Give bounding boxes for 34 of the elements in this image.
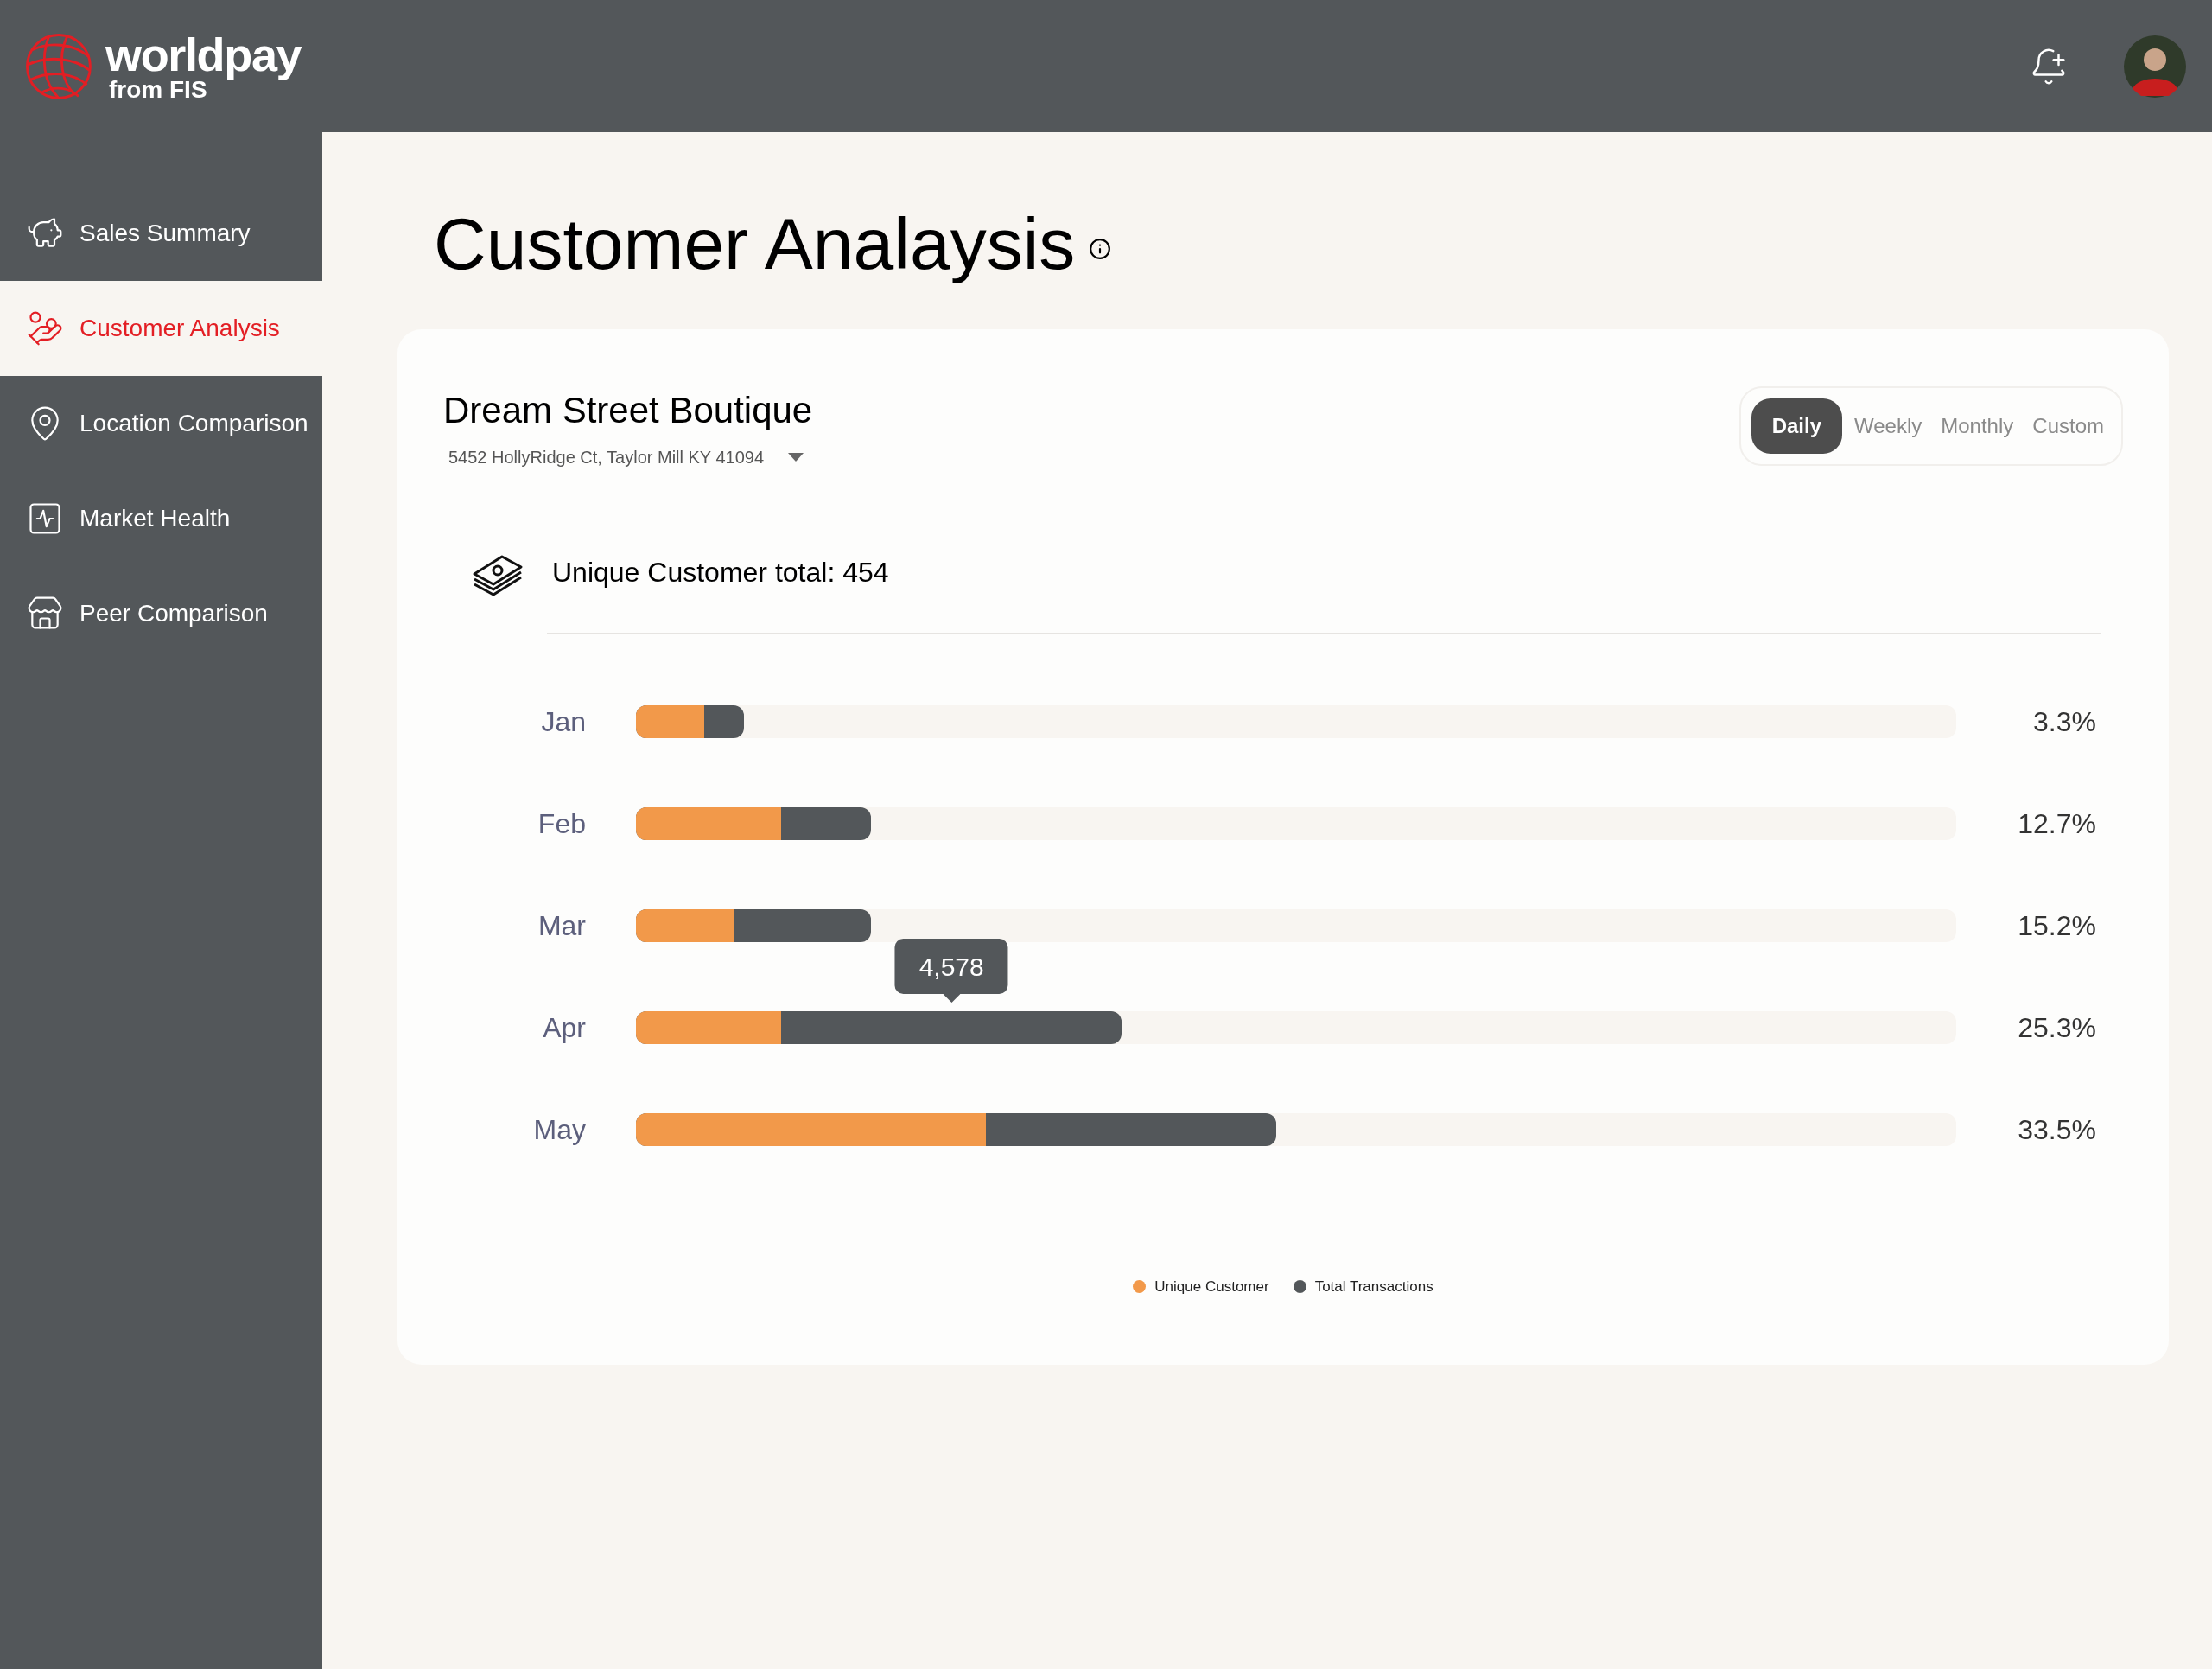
- caret-icon: [788, 453, 804, 462]
- sidebar-label: Sales Summary: [79, 219, 251, 248]
- address-dropdown[interactable]: 5452 HollyRidge Ct, Taylor Mill KY 41094: [443, 444, 813, 470]
- percent-value: 12.7%: [2017, 807, 2096, 841]
- sidebar-label: Peer Comparison: [79, 599, 268, 628]
- avatar[interactable]: [2124, 35, 2186, 98]
- sidebar-item[interactable]: Customer Analysis: [0, 281, 322, 376]
- month-label: Feb: [537, 807, 587, 841]
- unique-customer-total: Unique Customer total: 454: [552, 556, 889, 589]
- period-tab[interactable]: Daily: [1751, 398, 1842, 454]
- sidebar-label: Customer Analysis: [79, 314, 280, 343]
- sidebar-label: Market Health: [79, 504, 231, 533]
- hand-coin-icon: [26, 309, 64, 347]
- month-label: Jan: [540, 705, 587, 739]
- percent-value: 15.2%: [2017, 909, 2096, 943]
- sidebar-item[interactable]: Sales Summary: [0, 186, 322, 281]
- month-label: Mar: [537, 909, 587, 943]
- sidebar-item[interactable]: Market Health: [0, 471, 322, 566]
- store-name: Dream Street Boutique: [443, 389, 813, 432]
- page-title: Customer Analaysis: [434, 202, 1076, 286]
- sidebar-item[interactable]: Peer Comparison: [0, 566, 322, 661]
- info-icon[interactable]: [1089, 238, 1112, 260]
- percent-value: 33.5%: [2017, 1113, 2096, 1147]
- month-label: May: [532, 1113, 587, 1147]
- percent-value: 25.3%: [2017, 1011, 2096, 1045]
- sidebar-label: Location Comparison: [79, 409, 308, 438]
- sidebar-item[interactable]: Location Comparison: [0, 376, 322, 471]
- logo-tagline: from FIS: [109, 77, 207, 102]
- tooltip-pointer-icon: [943, 994, 961, 1003]
- month-label: Apr: [542, 1011, 587, 1045]
- legend-label: Unique Customer: [1154, 1277, 1269, 1296]
- legend-label: Total Transactions: [1314, 1277, 1433, 1296]
- value-tooltip: 4,578: [894, 939, 1008, 994]
- percent-value: 3.3%: [2032, 705, 2096, 739]
